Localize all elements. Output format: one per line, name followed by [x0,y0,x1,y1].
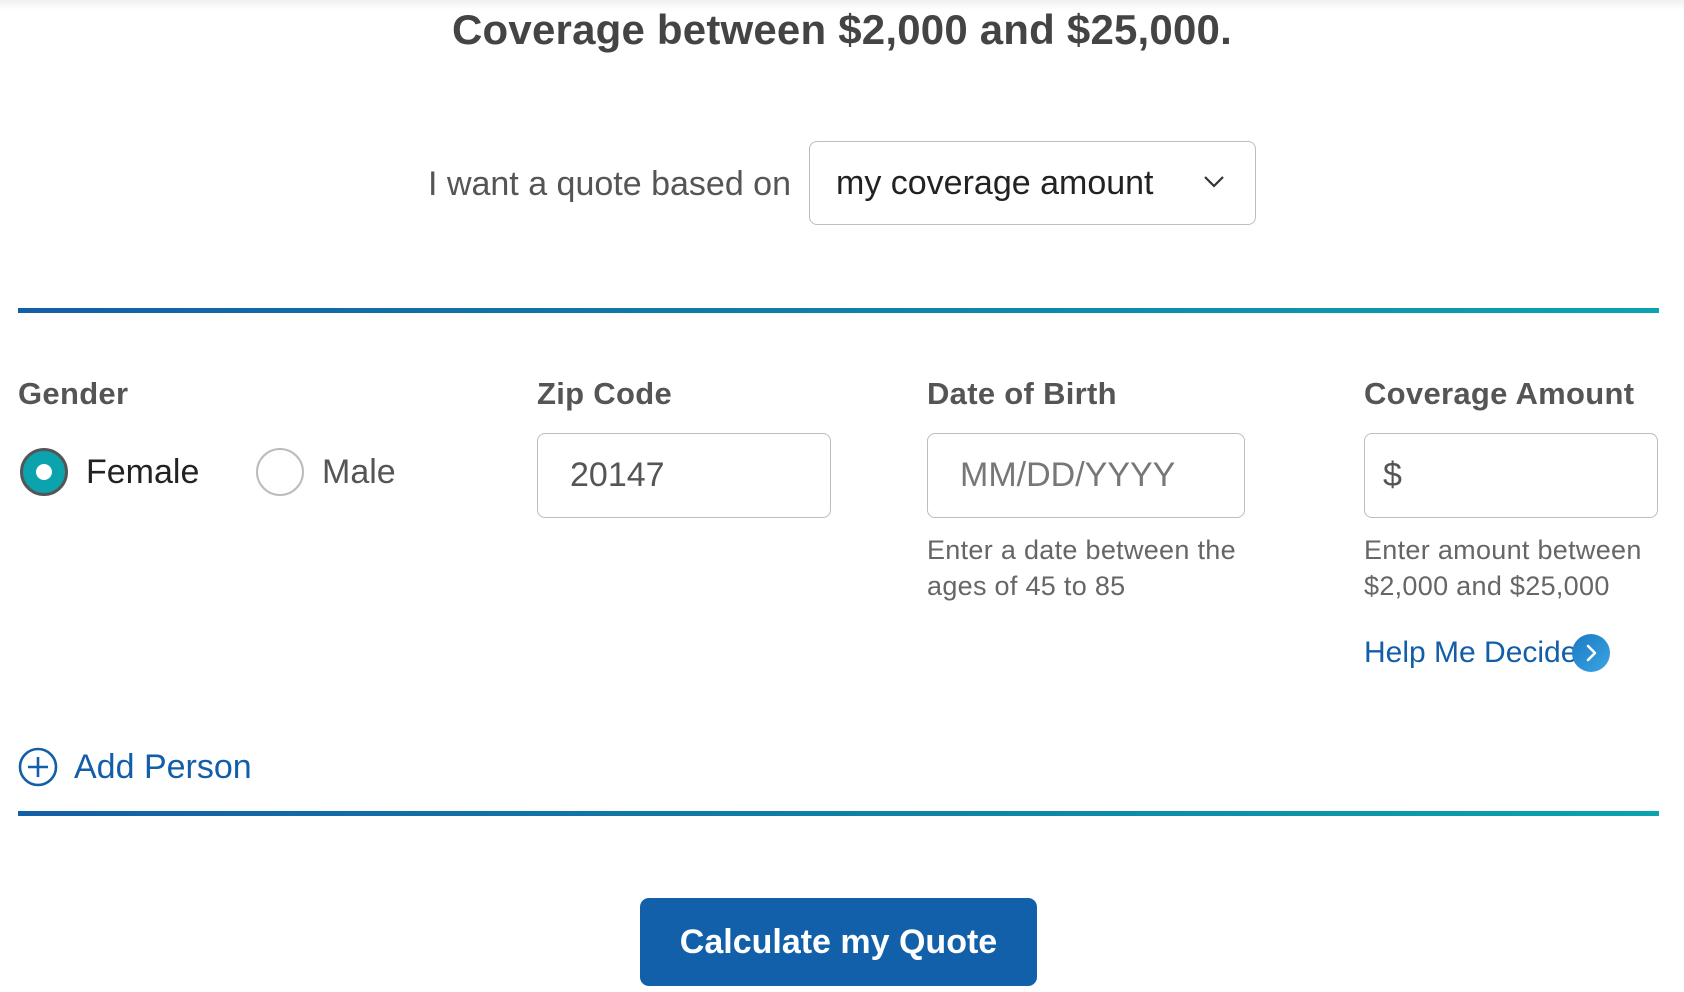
quote-basis-label: I want a quote based on [428,165,791,203]
zip-code-input[interactable] [538,434,830,517]
calculate-quote-button[interactable]: Calculate my Quote [640,898,1037,986]
date-of-birth-help-text: Enter a date between the ages of 45 to 8… [927,535,1236,601]
quote-basis-row: I want a quote based on my coverage amou… [0,141,1684,227]
chevron-down-icon [1204,176,1224,188]
quote-basis-select[interactable]: my coverage amount [809,141,1256,225]
gender-option-label: Male [322,453,396,491]
gender-option-label: Female [86,453,200,491]
date-of-birth-label: Date of Birth [927,376,1117,411]
section-divider-bottom [18,811,1659,816]
zip-code-field [537,433,831,518]
chevron-right-circle-icon [1572,634,1610,672]
date-of-birth-input[interactable] [928,434,1244,517]
zip-code-label: Zip Code [537,376,672,411]
date-of-birth-field [927,433,1245,518]
gender-label: Gender [18,376,129,411]
plus-circle-icon [18,747,58,787]
radio-unchecked-icon [256,448,304,496]
coverage-amount-field: $ [1364,433,1658,518]
gender-radio-female[interactable]: Female [20,446,210,498]
section-divider-top [18,308,1659,313]
coverage-amount-label: Coverage Amount [1364,376,1635,411]
radio-checked-icon [20,448,68,496]
add-person-label: Add Person [74,748,252,786]
coverage-amount-input[interactable] [1365,434,1657,517]
gender-radio-male[interactable]: Male [256,446,416,498]
coverage-amount-help-text: Enter amount between $2,000 and $25,000 [1364,535,1642,601]
quote-basis-selected-value: my coverage amount [836,164,1154,202]
page-title: Coverage between $2,000 and $25,000. [452,6,1232,53]
help-me-decide-label: Help Me Decide [1364,636,1578,669]
